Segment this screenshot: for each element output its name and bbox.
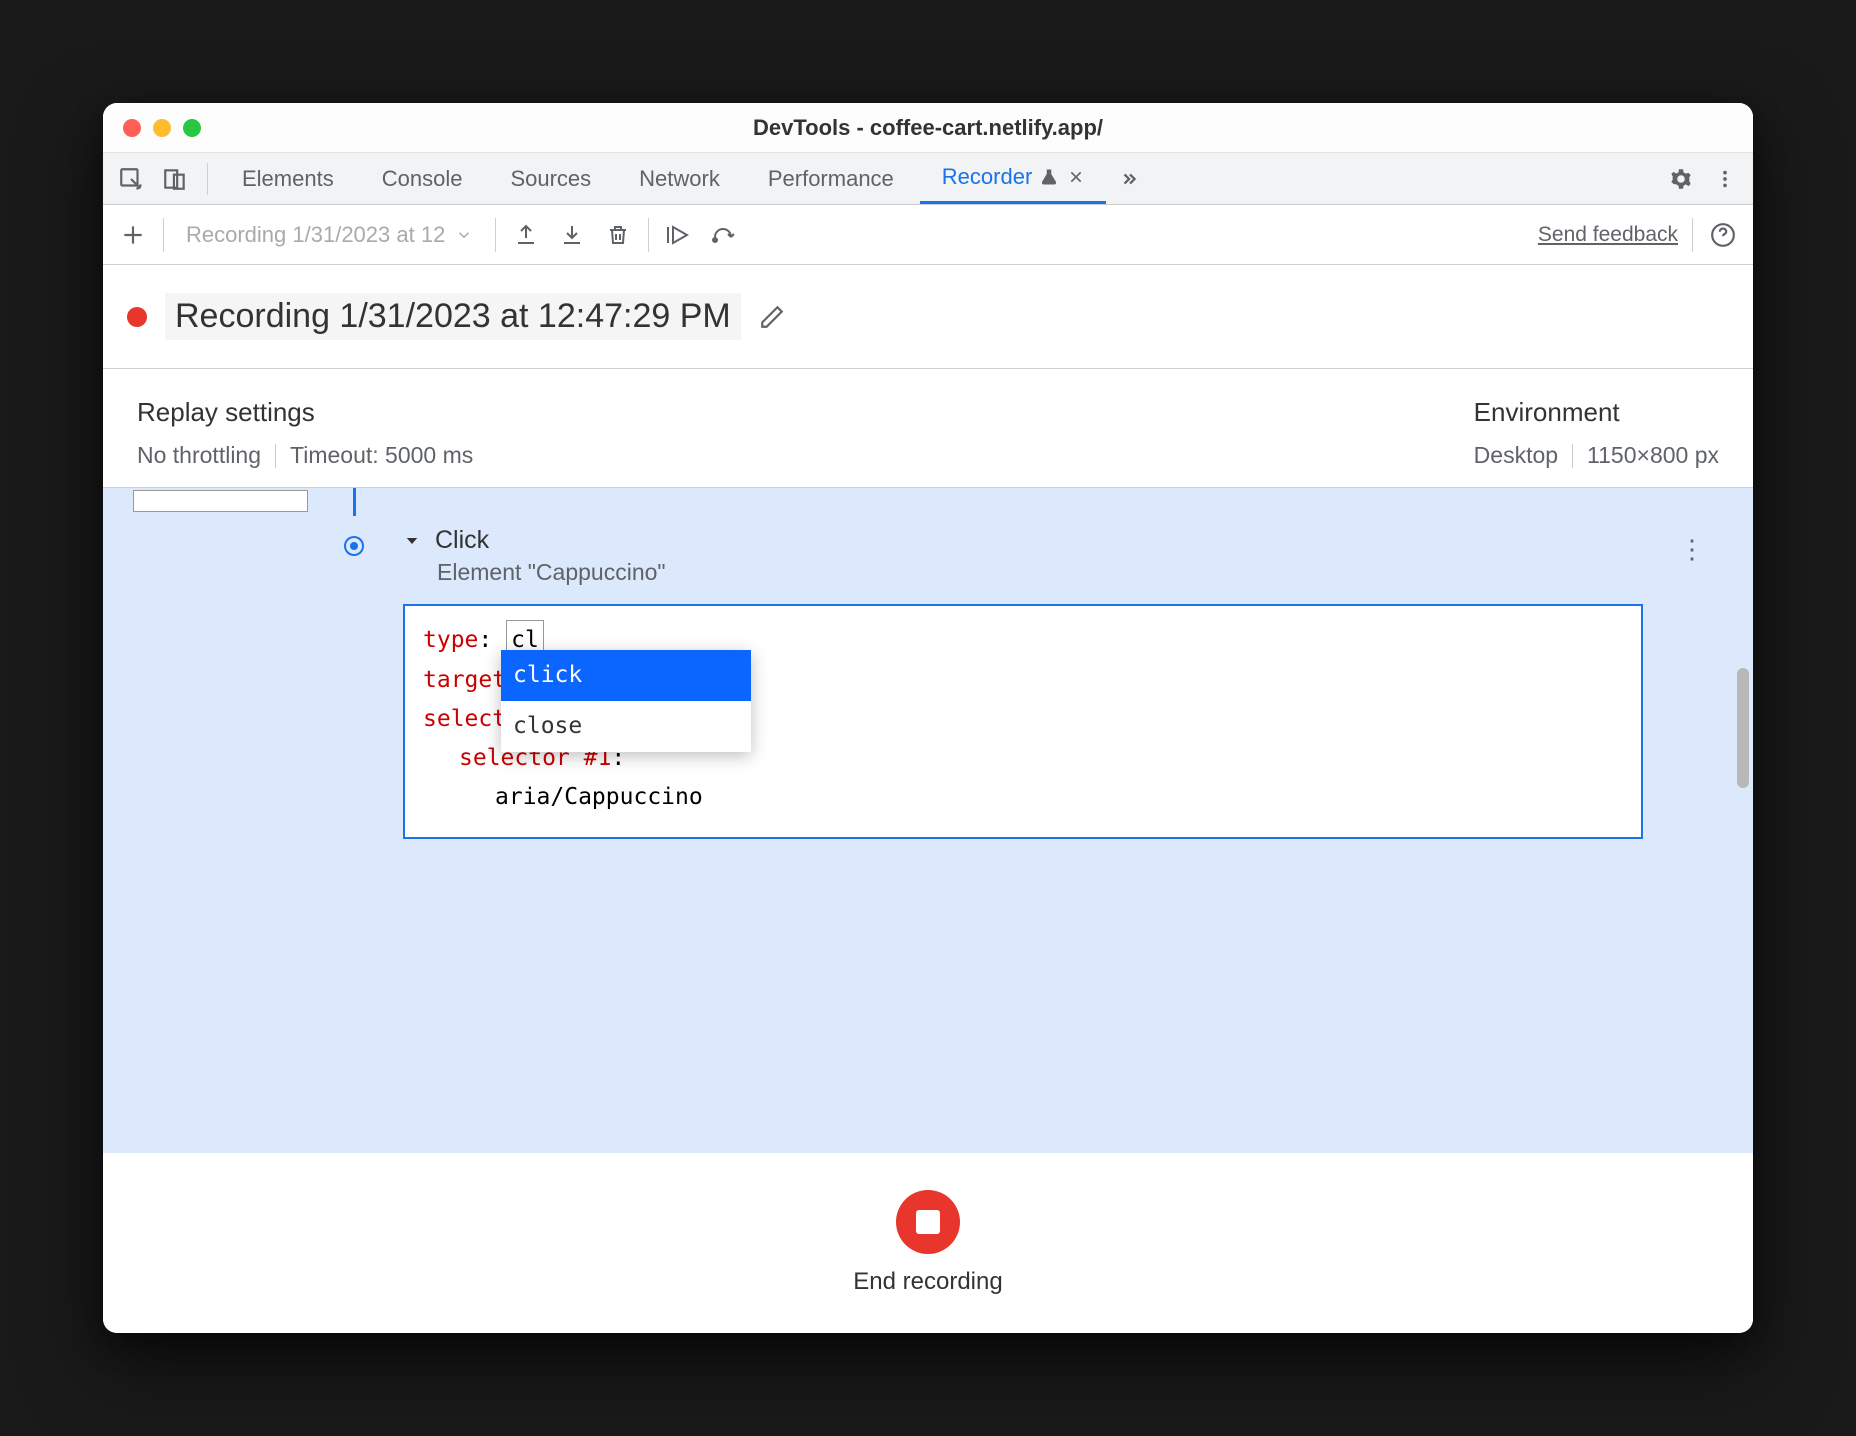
traffic-lights bbox=[123, 119, 201, 137]
window-title: DevTools - coffee-cart.netlify.app/ bbox=[753, 115, 1103, 141]
screenshot-thumbnail[interactable] bbox=[133, 490, 308, 512]
prop-target-key: target bbox=[423, 667, 506, 693]
viewport-value[interactable]: 1150×800 px bbox=[1587, 442, 1719, 469]
divider bbox=[275, 444, 276, 468]
flask-icon bbox=[1040, 168, 1058, 186]
settings-section: Replay settings No throttling Timeout: 5… bbox=[103, 369, 1753, 488]
autocomplete-option[interactable]: close bbox=[501, 701, 751, 752]
replay-icon[interactable] bbox=[663, 219, 695, 251]
environment-settings: Environment Desktop 1150×800 px bbox=[1474, 397, 1719, 469]
titlebar: DevTools - coffee-cart.netlify.app/ bbox=[103, 103, 1753, 153]
divider bbox=[495, 218, 496, 252]
chevron-down-icon bbox=[455, 226, 473, 244]
step-editor[interactable]: type: cl target select selector #1: aria… bbox=[403, 604, 1643, 839]
replay-settings: Replay settings No throttling Timeout: 5… bbox=[137, 397, 473, 469]
minimize-icon[interactable] bbox=[153, 119, 171, 137]
settings-icon[interactable] bbox=[1661, 159, 1701, 199]
tab-sources[interactable]: Sources bbox=[488, 153, 613, 204]
autocomplete-option[interactable]: click bbox=[501, 650, 751, 701]
timeline-line bbox=[353, 488, 356, 516]
recording-indicator-icon bbox=[127, 307, 147, 327]
prop-selectors-key: select bbox=[423, 706, 506, 732]
send-feedback-link[interactable]: Send feedback bbox=[1538, 223, 1678, 247]
import-icon[interactable] bbox=[556, 219, 588, 251]
device-toggle-icon[interactable] bbox=[155, 159, 195, 199]
tab-elements[interactable]: Elements bbox=[220, 153, 356, 204]
environment-title: Environment bbox=[1474, 397, 1719, 428]
divider bbox=[648, 218, 649, 252]
tabs-bar: Elements Console Sources Network Perform… bbox=[103, 153, 1753, 205]
step-menu-icon[interactable]: ⋮ bbox=[1679, 534, 1705, 565]
close-tab-icon[interactable] bbox=[1068, 169, 1084, 185]
export-icon[interactable] bbox=[510, 219, 542, 251]
steps-area: ⋮ Click Element "Cappuccino" type: cl ta… bbox=[103, 488, 1753, 1153]
edit-icon[interactable] bbox=[759, 304, 785, 330]
selector1-value[interactable]: aria/Cappuccino bbox=[495, 784, 703, 810]
footer: End recording bbox=[103, 1153, 1753, 1333]
step-marker-icon[interactable] bbox=[346, 538, 362, 554]
divider bbox=[1692, 218, 1693, 252]
recording-selector[interactable]: Recording 1/31/2023 at 12 bbox=[178, 222, 481, 248]
step-header[interactable]: Click bbox=[403, 526, 1643, 555]
recording-title[interactable]: Recording 1/31/2023 at 12:47:29 PM bbox=[165, 293, 741, 340]
add-recording-icon[interactable] bbox=[117, 219, 149, 251]
throttling-value[interactable]: No throttling bbox=[137, 442, 261, 469]
replay-settings-title: Replay settings bbox=[137, 397, 473, 428]
devtools-window: DevTools - coffee-cart.netlify.app/ Elem… bbox=[103, 103, 1753, 1333]
stop-icon bbox=[916, 1210, 940, 1234]
maximize-icon[interactable] bbox=[183, 119, 201, 137]
recorder-toolbar: Recording 1/31/2023 at 12 Send feedback bbox=[103, 205, 1753, 265]
autocomplete-dropdown: click close bbox=[501, 650, 751, 752]
more-tabs-icon[interactable] bbox=[1110, 159, 1150, 199]
recording-title-section: Recording 1/31/2023 at 12:47:29 PM bbox=[103, 265, 1753, 369]
tab-recorder[interactable]: Recorder bbox=[920, 153, 1106, 204]
tab-network[interactable]: Network bbox=[617, 153, 742, 204]
tab-console[interactable]: Console bbox=[360, 153, 485, 204]
close-icon[interactable] bbox=[123, 119, 141, 137]
step-icon[interactable] bbox=[709, 219, 741, 251]
step-name: Click bbox=[435, 526, 489, 555]
inspect-icon[interactable] bbox=[111, 159, 151, 199]
tab-recorder-extras bbox=[1040, 168, 1084, 186]
divider bbox=[163, 218, 164, 252]
kebab-menu-icon[interactable] bbox=[1705, 159, 1745, 199]
divider bbox=[207, 163, 208, 195]
tab-recorder-label: Recorder bbox=[942, 164, 1032, 190]
end-recording-button[interactable] bbox=[896, 1190, 960, 1254]
delete-icon[interactable] bbox=[602, 219, 634, 251]
tab-performance[interactable]: Performance bbox=[746, 153, 916, 204]
device-value[interactable]: Desktop bbox=[1474, 442, 1558, 469]
end-recording-label: End recording bbox=[853, 1268, 1002, 1296]
scrollbar[interactable] bbox=[1737, 668, 1749, 788]
step-block: Click Element "Cappuccino" type: cl targ… bbox=[403, 526, 1643, 839]
divider bbox=[1572, 444, 1573, 468]
caret-down-icon bbox=[403, 532, 421, 550]
prop-type-key: type bbox=[423, 627, 478, 653]
help-icon[interactable] bbox=[1707, 219, 1739, 251]
timeout-value[interactable]: Timeout: 5000 ms bbox=[290, 442, 473, 469]
step-subtitle: Element "Cappuccino" bbox=[437, 559, 1643, 586]
recording-selector-label: Recording 1/31/2023 at 12 bbox=[186, 222, 445, 248]
